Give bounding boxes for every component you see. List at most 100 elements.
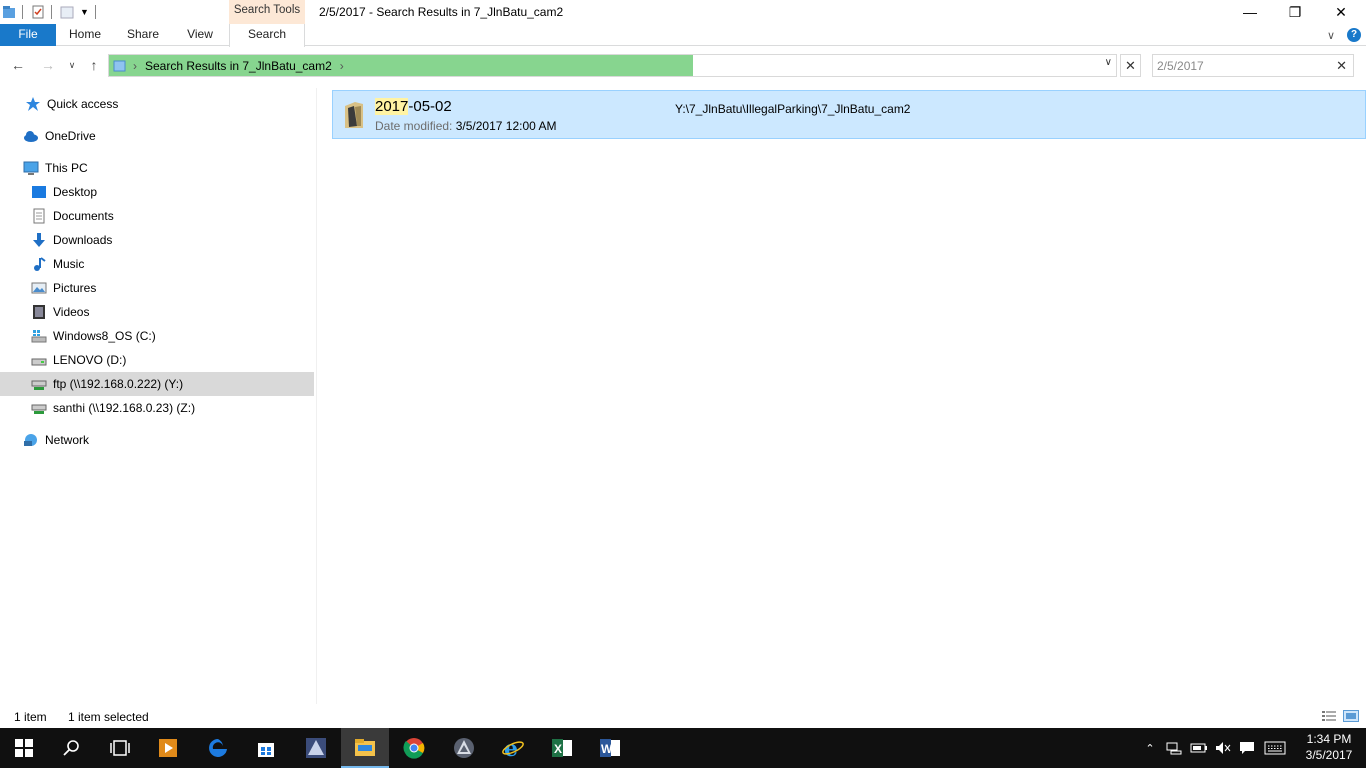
- taskbar-excel[interactable]: X: [538, 728, 586, 768]
- search-result-item[interactable]: 2017-05-02 Date modified: 3/5/2017 12:00…: [332, 90, 1366, 139]
- search-input[interactable]: [1157, 57, 1327, 75]
- taskbar: e X W ⌃ 1:34 PM 3/5/2017: [0, 728, 1366, 768]
- start-button[interactable]: [0, 728, 48, 768]
- expand-ribbon-icon[interactable]: ∨: [1327, 29, 1335, 42]
- search-box[interactable]: ✕: [1152, 54, 1354, 77]
- minimize-button[interactable]: —: [1227, 0, 1273, 24]
- file-explorer-app-icon[interactable]: [2, 5, 16, 19]
- breadcrumb-separator-icon[interactable]: ›: [133, 59, 137, 73]
- tab-home[interactable]: Home: [62, 24, 108, 46]
- sidebar-item-label: LENOVO (D:): [53, 353, 127, 367]
- result-meta-label: Date modified:: [375, 119, 453, 133]
- volume-tray-icon[interactable]: [1212, 728, 1234, 768]
- touch-keyboard-button[interactable]: [1262, 728, 1288, 768]
- taskbar-word[interactable]: W: [586, 728, 634, 768]
- clear-search-icon[interactable]: ✕: [1336, 58, 1347, 74]
- customize-qat-icon[interactable]: ▼: [80, 7, 89, 17]
- sidebar-item-documents[interactable]: Documents: [0, 204, 314, 228]
- sidebar-item-this-pc[interactable]: This PC: [0, 156, 314, 180]
- properties-icon[interactable]: [31, 5, 45, 19]
- taskbar-media-player[interactable]: [144, 728, 192, 768]
- battery-tray-icon[interactable]: [1188, 728, 1210, 768]
- taskbar-file-explorer[interactable]: [341, 728, 389, 768]
- svg-text:X: X: [554, 742, 562, 756]
- tab-view[interactable]: View: [178, 24, 222, 46]
- desktop-icon: [32, 186, 46, 198]
- edge-icon: [209, 739, 227, 757]
- large-icons-view-icon[interactable]: [1343, 710, 1359, 722]
- sidebar-item-music[interactable]: Music: [0, 252, 314, 276]
- sidebar-item-label: santhi (\\192.168.0.23) (Z:): [53, 401, 196, 415]
- sidebar-item-network[interactable]: Network: [0, 428, 314, 452]
- store-icon: [258, 743, 274, 757]
- network-drive-icon: [31, 404, 47, 414]
- sidebar-item-onedrive[interactable]: OneDrive: [0, 124, 314, 148]
- star-icon: [26, 97, 40, 111]
- help-icon[interactable]: ?: [1347, 28, 1361, 42]
- sidebar-item-pictures[interactable]: Pictures: [0, 276, 314, 300]
- pane-divider[interactable]: [316, 88, 317, 704]
- sidebar-item-ftp-drive[interactable]: ftp (\\192.168.0.222) (Y:): [0, 372, 314, 396]
- address-bar[interactable]: › Search Results in 7_JlnBatu_cam2 › ∨: [108, 54, 1117, 77]
- show-hidden-icons-button[interactable]: ⌃: [1140, 728, 1160, 768]
- tab-search[interactable]: Search: [229, 24, 305, 47]
- taskbar-store[interactable]: [242, 728, 290, 768]
- sidebar-item-desktop[interactable]: Desktop: [0, 180, 314, 204]
- sidebar-item-downloads[interactable]: Downloads: [0, 228, 314, 252]
- breadcrumb-separator-icon[interactable]: ›: [340, 59, 344, 73]
- battery-icon: [1190, 743, 1207, 753]
- taskbar-app[interactable]: [292, 728, 340, 768]
- sidebar-item-label: Quick access: [47, 97, 119, 111]
- folder-icon: [345, 102, 363, 128]
- details-view-icon[interactable]: [1321, 710, 1337, 722]
- taskbar-chrome[interactable]: [390, 728, 438, 768]
- sidebar-item-label: Music: [53, 257, 85, 271]
- taskbar-search-button[interactable]: [48, 728, 96, 768]
- tab-share[interactable]: Share: [120, 24, 166, 46]
- sidebar-item-windows-drive[interactable]: Windows8_OS (C:): [0, 324, 314, 348]
- computer-icon: [23, 161, 39, 175]
- recent-locations-button[interactable]: ∨: [62, 55, 82, 75]
- sidebar-item-label: Downloads: [53, 233, 113, 247]
- result-name-rest: -05-02: [408, 98, 452, 115]
- selection-count: 1 item selected: [68, 710, 149, 724]
- download-icon: [33, 233, 45, 247]
- drive-icon: [31, 358, 47, 366]
- window-title: 2/5/2017 - Search Results in 7_JlnBatu_c…: [319, 5, 564, 19]
- taskbar-clock[interactable]: 1:34 PM 3/5/2017: [1296, 731, 1362, 763]
- breadcrumb-location[interactable]: Search Results in 7_JlnBatu_cam2: [145, 59, 332, 73]
- pictures-icon: [31, 282, 47, 294]
- sidebar-item-label: Windows8_OS (C:): [53, 329, 156, 343]
- network-icon: [24, 434, 37, 446]
- quick-access-toolbar: ▼: [0, 0, 102, 24]
- up-button[interactable]: ↑: [84, 55, 104, 75]
- sidebar-item-videos[interactable]: Videos: [0, 300, 314, 324]
- search-tools-label: Search Tools: [233, 4, 301, 16]
- taskbar-app-2[interactable]: [440, 728, 488, 768]
- task-view-button[interactable]: [96, 728, 144, 768]
- sidebar-item-label: Documents: [53, 209, 114, 223]
- keyboard-icon: [1264, 741, 1286, 755]
- taskbar-edge[interactable]: [194, 728, 242, 768]
- divider: [94, 5, 96, 19]
- sidebar-item-santhi-drive[interactable]: santhi (\\192.168.0.23) (Z:): [0, 396, 314, 420]
- sidebar-item-label: Pictures: [53, 281, 97, 295]
- back-button[interactable]: ←: [8, 55, 28, 75]
- tab-file[interactable]: File: [0, 24, 56, 46]
- cloud-icon: [24, 131, 38, 142]
- maximize-button[interactable]: ❐: [1272, 0, 1318, 24]
- sidebar-item-quick-access[interactable]: Quick access: [0, 92, 314, 116]
- new-folder-icon[interactable]: [60, 5, 74, 19]
- action-center-icon: [1240, 742, 1254, 754]
- action-center-button[interactable]: [1236, 728, 1258, 768]
- search-tools-context-group: Search Tools: [229, 0, 305, 24]
- forward-button[interactable]: →: [38, 55, 58, 75]
- search-icon: [63, 740, 79, 756]
- stop-search-button[interactable]: ✕: [1120, 54, 1141, 77]
- address-dropdown-icon[interactable]: ∨: [1105, 57, 1112, 68]
- navigation-pane: Quick access OneDrive This PC Desktop Do…: [0, 88, 316, 704]
- taskbar-internet-explorer[interactable]: e: [489, 728, 537, 768]
- close-button[interactable]: ✕: [1318, 0, 1364, 24]
- sidebar-item-lenovo-drive[interactable]: LENOVO (D:): [0, 348, 314, 372]
- network-tray-icon[interactable]: [1163, 728, 1185, 768]
